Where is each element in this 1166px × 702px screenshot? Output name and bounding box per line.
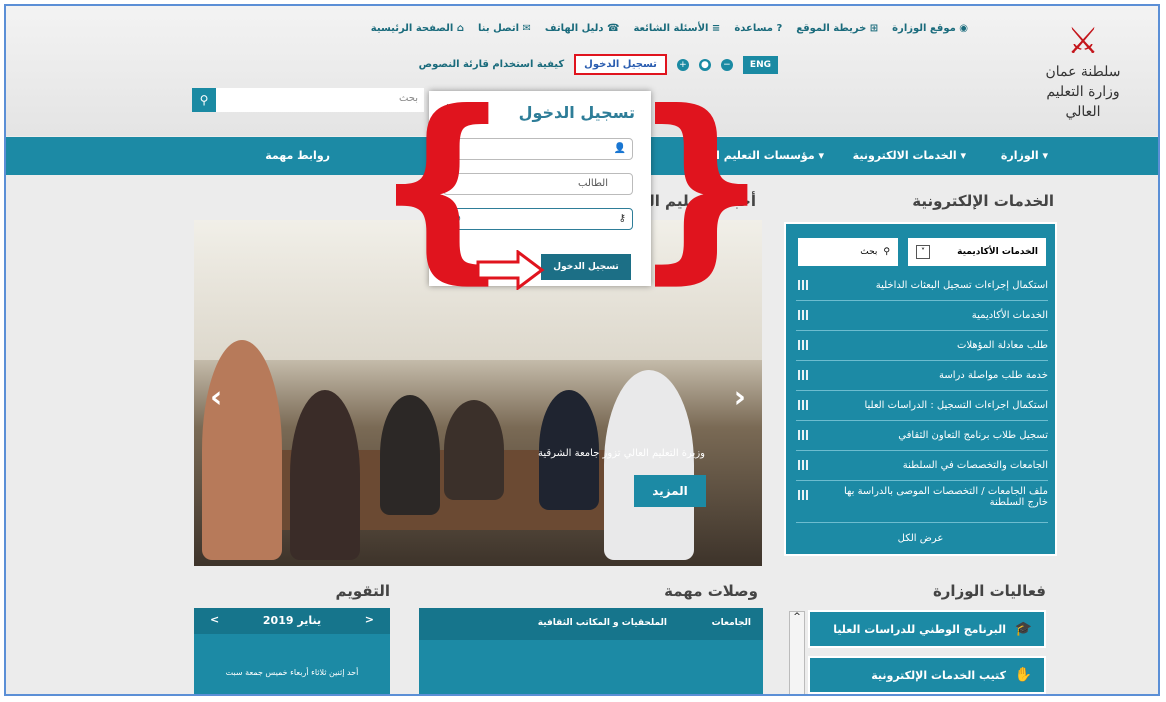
top-link-ministry-site[interactable]: ◉ موقع الوزارة (892, 23, 968, 34)
calendar-widget: < يناير 2019 > أحد إثنين ثلاثاء أربعاء خ… (194, 608, 390, 694)
photo-person (202, 340, 282, 560)
links-title: وصلات مهمة (664, 582, 758, 600)
links-tabs: الجامعات الملحقيات و المكاتب الثقافية (419, 608, 763, 640)
activity-button[interactable]: 🎓 البرنامج الوطني للدراسات العليا (808, 610, 1046, 648)
news-caption[interactable]: وزيرة التعليم العالي تزور جامعة الشرقية (538, 448, 705, 459)
grid-icon (798, 280, 808, 290)
top-link-sitemap[interactable]: ⊞ خريطة الموقع (796, 23, 878, 34)
photo-person (604, 370, 694, 560)
eservices-search-label: بحث (860, 247, 878, 257)
scroll-up-icon[interactable]: ^ (790, 612, 804, 622)
grid-icon (798, 430, 808, 440)
eservice-item[interactable]: الخدمات الأكاديمية (796, 302, 1048, 331)
key-icon: ⚷ (618, 213, 626, 224)
calendar-header: < يناير 2019 > (194, 608, 390, 634)
chevron-down-icon: ˅ (916, 245, 930, 259)
eservice-item[interactable]: طلب معادلة المؤهلات (796, 332, 1048, 361)
login-modal-title: تسجيل الدخول (518, 103, 635, 122)
slider-prev-icon[interactable]: ‹ (210, 380, 222, 415)
calendar-weekdays: أحد إثنين ثلاثاء أربعاء خميس جمعة سبت (225, 668, 359, 677)
top-link-help[interactable]: ? مساعدة (734, 23, 782, 34)
activities-title: فعاليات الوزارة (932, 582, 1046, 600)
activities-scrollbar[interactable]: ^ (789, 611, 805, 694)
calendar-title: التقويم (335, 582, 391, 600)
photo-person (290, 390, 360, 560)
grid-icon (798, 490, 808, 500)
browser-frame: ⌂ الصفحة الرئيسية ✉ اتصل بنا ☎ دليل الها… (4, 4, 1160, 696)
photo-person (380, 395, 440, 515)
annotation-right-brace: } (630, 69, 773, 302)
logo-line-2: وزارة التعليم العالي (1046, 84, 1120, 120)
calendar-month: يناير 2019 (262, 614, 322, 627)
user-icon: 👤 (613, 143, 626, 154)
eservices-select-value: الخدمات الأكاديمية (957, 247, 1038, 257)
important-links-box: الجامعات الملحقيات و المكاتب الثقافية (419, 608, 763, 694)
logo-line-1: سلطنة عمان (1045, 64, 1121, 80)
search-icon: ⚲ (883, 247, 890, 257)
top-link-phone[interactable]: ☎ دليل الهاتف (545, 23, 620, 34)
grid-icon (798, 370, 808, 380)
oman-emblem-icon: ⚔ (1066, 21, 1100, 62)
activity-button[interactable]: ✋ كتيب الخدمات الإلكترونية (808, 656, 1046, 694)
slider-next-icon[interactable]: › (734, 380, 746, 415)
grid-icon (798, 400, 808, 410)
eservices-controls: بحث ⚲ ˅ الخدمات الأكاديمية (798, 238, 1046, 266)
eservice-item[interactable]: الجامعات والتخصصات في السلطنة (796, 452, 1048, 481)
nav-eservices[interactable]: الخدمات الالكترونية ▾ (853, 149, 966, 162)
eservices-title: الخدمات الإلكترونية (912, 192, 1054, 210)
top-links: ⌂ الصفحة الرئيسية ✉ اتصل بنا ☎ دليل الها… (371, 23, 968, 34)
ministry-logo[interactable]: ⚔ سلطنة عمان وزارة التعليم العالي (1028, 22, 1138, 122)
news-more-button[interactable]: المزيد (634, 475, 706, 507)
eservices-view-all[interactable]: عرض الكل (786, 533, 1055, 544)
calendar-next-icon[interactable]: > (365, 613, 374, 626)
eservice-item[interactable]: استكمال إجراءات تسجيل البعثات الداخلية (796, 272, 1048, 301)
eservice-item[interactable]: خدمة طلب مواصلة دراسة (796, 362, 1048, 391)
top-link-contact[interactable]: ✉ اتصل بنا (478, 23, 531, 34)
top-link-faq[interactable]: ≡ الأسئلة الشائعة (633, 23, 720, 34)
nav-important-links[interactable]: روابط مهمة (265, 149, 330, 162)
eservice-item[interactable]: تسجيل طلاب برنامج التعاون الثقافي (796, 422, 1048, 451)
eservices-category-select[interactable]: ˅ الخدمات الأكاديمية (908, 238, 1046, 266)
grid-icon (798, 310, 808, 320)
top-link-home[interactable]: ⌂ الصفحة الرئيسية (371, 23, 464, 34)
tab-universities[interactable]: الجامعات (712, 618, 751, 628)
graduation-cap-icon: 🎓 (1014, 621, 1032, 637)
eservices-panel: بحث ⚲ ˅ الخدمات الأكاديمية استكمال إجراء… (784, 222, 1057, 556)
photo-person (444, 400, 504, 500)
login-submit-button[interactable]: تسجيل الدخول (541, 254, 631, 280)
eservice-item[interactable]: استكمال اجراءات التسجيل : الدراسات العلي… (796, 392, 1048, 421)
grid-icon (798, 460, 808, 470)
annotation-arrow-icon (476, 250, 545, 290)
search-icon[interactable]: ⚲ (192, 88, 216, 112)
grid-icon (798, 340, 808, 350)
tab-cultural-attaches[interactable]: الملحقيات و المكاتب الثقافية (538, 618, 667, 628)
eservices-search[interactable]: بحث ⚲ (798, 238, 898, 266)
nav-ministry[interactable]: الوزارة ▾ (1001, 149, 1048, 162)
eservice-item[interactable]: ملف الجامعات / التخصصات الموصى بالدراسة … (796, 482, 1048, 523)
user-type-value: الطالب (578, 178, 608, 189)
book-hand-icon: ✋ (1014, 667, 1032, 683)
